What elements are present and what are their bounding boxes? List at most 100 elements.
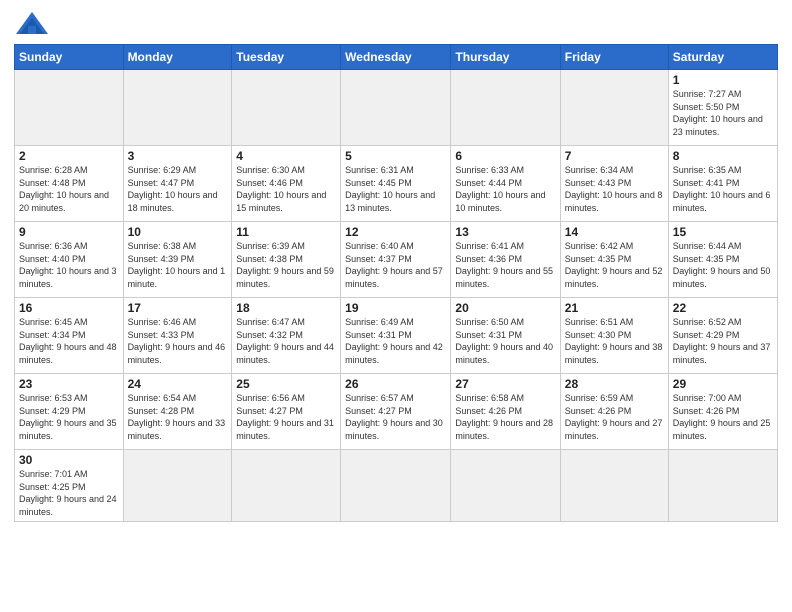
logo xyxy=(14,10,54,38)
header xyxy=(14,10,778,38)
day-number: 11 xyxy=(236,225,336,239)
day-number: 4 xyxy=(236,149,336,163)
calendar-cell: 16Sunrise: 6:45 AM Sunset: 4:34 PM Dayli… xyxy=(15,298,124,374)
calendar-week-row: 2Sunrise: 6:28 AM Sunset: 4:48 PM Daylig… xyxy=(15,146,778,222)
day-number: 13 xyxy=(455,225,555,239)
calendar-cell: 18Sunrise: 6:47 AM Sunset: 4:32 PM Dayli… xyxy=(232,298,341,374)
day-number: 25 xyxy=(236,377,336,391)
day-number: 2 xyxy=(19,149,119,163)
day-number: 8 xyxy=(673,149,773,163)
day-number: 7 xyxy=(565,149,664,163)
day-info: Sunrise: 6:34 AM Sunset: 4:43 PM Dayligh… xyxy=(565,164,664,214)
day-info: Sunrise: 6:28 AM Sunset: 4:48 PM Dayligh… xyxy=(19,164,119,214)
day-number: 19 xyxy=(345,301,446,315)
calendar-body: 1Sunrise: 7:27 AM Sunset: 5:50 PM Daylig… xyxy=(15,70,778,522)
day-number: 14 xyxy=(565,225,664,239)
calendar-cell xyxy=(232,450,341,522)
day-number: 18 xyxy=(236,301,336,315)
calendar-cell: 24Sunrise: 6:54 AM Sunset: 4:28 PM Dayli… xyxy=(123,374,232,450)
day-info: Sunrise: 6:52 AM Sunset: 4:29 PM Dayligh… xyxy=(673,316,773,366)
weekday-header-tuesday: Tuesday xyxy=(232,45,341,70)
day-number: 29 xyxy=(673,377,773,391)
calendar-cell: 30Sunrise: 7:01 AM Sunset: 4:25 PM Dayli… xyxy=(15,450,124,522)
day-number: 22 xyxy=(673,301,773,315)
calendar-week-row: 30Sunrise: 7:01 AM Sunset: 4:25 PM Dayli… xyxy=(15,450,778,522)
day-info: Sunrise: 6:59 AM Sunset: 4:26 PM Dayligh… xyxy=(565,392,664,442)
day-info: Sunrise: 6:51 AM Sunset: 4:30 PM Dayligh… xyxy=(565,316,664,366)
weekday-header-monday: Monday xyxy=(123,45,232,70)
day-number: 28 xyxy=(565,377,664,391)
calendar-cell xyxy=(123,450,232,522)
day-info: Sunrise: 6:54 AM Sunset: 4:28 PM Dayligh… xyxy=(128,392,228,442)
calendar-cell: 27Sunrise: 6:58 AM Sunset: 4:26 PM Dayli… xyxy=(451,374,560,450)
page: SundayMondayTuesdayWednesdayThursdayFrid… xyxy=(0,0,792,612)
day-info: Sunrise: 6:36 AM Sunset: 4:40 PM Dayligh… xyxy=(19,240,119,290)
weekday-header-sunday: Sunday xyxy=(15,45,124,70)
weekday-header-row: SundayMondayTuesdayWednesdayThursdayFrid… xyxy=(15,45,778,70)
day-number: 16 xyxy=(19,301,119,315)
calendar-cell xyxy=(560,450,668,522)
day-info: Sunrise: 6:41 AM Sunset: 4:36 PM Dayligh… xyxy=(455,240,555,290)
calendar-cell: 14Sunrise: 6:42 AM Sunset: 4:35 PM Dayli… xyxy=(560,222,668,298)
day-info: Sunrise: 6:57 AM Sunset: 4:27 PM Dayligh… xyxy=(345,392,446,442)
day-info: Sunrise: 6:30 AM Sunset: 4:46 PM Dayligh… xyxy=(236,164,336,214)
day-number: 12 xyxy=(345,225,446,239)
day-number: 15 xyxy=(673,225,773,239)
calendar-cell: 21Sunrise: 6:51 AM Sunset: 4:30 PM Dayli… xyxy=(560,298,668,374)
calendar-cell: 6Sunrise: 6:33 AM Sunset: 4:44 PM Daylig… xyxy=(451,146,560,222)
day-number: 20 xyxy=(455,301,555,315)
calendar-cell: 10Sunrise: 6:38 AM Sunset: 4:39 PM Dayli… xyxy=(123,222,232,298)
day-number: 5 xyxy=(345,149,446,163)
day-number: 27 xyxy=(455,377,555,391)
calendar-cell: 29Sunrise: 7:00 AM Sunset: 4:26 PM Dayli… xyxy=(668,374,777,450)
calendar-cell: 7Sunrise: 6:34 AM Sunset: 4:43 PM Daylig… xyxy=(560,146,668,222)
weekday-header-saturday: Saturday xyxy=(668,45,777,70)
day-number: 30 xyxy=(19,453,119,467)
calendar-week-row: 23Sunrise: 6:53 AM Sunset: 4:29 PM Dayli… xyxy=(15,374,778,450)
calendar-cell: 17Sunrise: 6:46 AM Sunset: 4:33 PM Dayli… xyxy=(123,298,232,374)
day-number: 21 xyxy=(565,301,664,315)
day-number: 17 xyxy=(128,301,228,315)
calendar-cell xyxy=(341,70,451,146)
day-info: Sunrise: 6:44 AM Sunset: 4:35 PM Dayligh… xyxy=(673,240,773,290)
day-info: Sunrise: 7:27 AM Sunset: 5:50 PM Dayligh… xyxy=(673,88,773,138)
weekday-header-wednesday: Wednesday xyxy=(341,45,451,70)
calendar-cell: 19Sunrise: 6:49 AM Sunset: 4:31 PM Dayli… xyxy=(341,298,451,374)
calendar-cell xyxy=(451,70,560,146)
day-number: 10 xyxy=(128,225,228,239)
day-info: Sunrise: 6:31 AM Sunset: 4:45 PM Dayligh… xyxy=(345,164,446,214)
day-info: Sunrise: 6:33 AM Sunset: 4:44 PM Dayligh… xyxy=(455,164,555,214)
calendar-header: SundayMondayTuesdayWednesdayThursdayFrid… xyxy=(15,45,778,70)
day-info: Sunrise: 6:29 AM Sunset: 4:47 PM Dayligh… xyxy=(128,164,228,214)
calendar-cell: 12Sunrise: 6:40 AM Sunset: 4:37 PM Dayli… xyxy=(341,222,451,298)
calendar-cell: 8Sunrise: 6:35 AM Sunset: 4:41 PM Daylig… xyxy=(668,146,777,222)
calendar-cell xyxy=(123,70,232,146)
calendar-cell: 2Sunrise: 6:28 AM Sunset: 4:48 PM Daylig… xyxy=(15,146,124,222)
calendar-cell: 13Sunrise: 6:41 AM Sunset: 4:36 PM Dayli… xyxy=(451,222,560,298)
calendar-week-row: 9Sunrise: 6:36 AM Sunset: 4:40 PM Daylig… xyxy=(15,222,778,298)
logo-icon xyxy=(14,10,50,38)
calendar-cell: 20Sunrise: 6:50 AM Sunset: 4:31 PM Dayli… xyxy=(451,298,560,374)
calendar-cell xyxy=(668,450,777,522)
day-info: Sunrise: 6:53 AM Sunset: 4:29 PM Dayligh… xyxy=(19,392,119,442)
calendar: SundayMondayTuesdayWednesdayThursdayFrid… xyxy=(14,44,778,522)
calendar-cell: 1Sunrise: 7:27 AM Sunset: 5:50 PM Daylig… xyxy=(668,70,777,146)
calendar-cell: 22Sunrise: 6:52 AM Sunset: 4:29 PM Dayli… xyxy=(668,298,777,374)
day-info: Sunrise: 6:38 AM Sunset: 4:39 PM Dayligh… xyxy=(128,240,228,290)
day-info: Sunrise: 6:56 AM Sunset: 4:27 PM Dayligh… xyxy=(236,392,336,442)
weekday-header-friday: Friday xyxy=(560,45,668,70)
day-number: 23 xyxy=(19,377,119,391)
day-info: Sunrise: 6:39 AM Sunset: 4:38 PM Dayligh… xyxy=(236,240,336,290)
calendar-cell: 11Sunrise: 6:39 AM Sunset: 4:38 PM Dayli… xyxy=(232,222,341,298)
calendar-cell: 5Sunrise: 6:31 AM Sunset: 4:45 PM Daylig… xyxy=(341,146,451,222)
calendar-cell: 15Sunrise: 6:44 AM Sunset: 4:35 PM Dayli… xyxy=(668,222,777,298)
day-info: Sunrise: 6:35 AM Sunset: 4:41 PM Dayligh… xyxy=(673,164,773,214)
day-number: 6 xyxy=(455,149,555,163)
day-info: Sunrise: 6:46 AM Sunset: 4:33 PM Dayligh… xyxy=(128,316,228,366)
calendar-cell xyxy=(232,70,341,146)
day-info: Sunrise: 6:49 AM Sunset: 4:31 PM Dayligh… xyxy=(345,316,446,366)
day-info: Sunrise: 6:42 AM Sunset: 4:35 PM Dayligh… xyxy=(565,240,664,290)
calendar-cell: 25Sunrise: 6:56 AM Sunset: 4:27 PM Dayli… xyxy=(232,374,341,450)
weekday-header-thursday: Thursday xyxy=(451,45,560,70)
day-info: Sunrise: 6:45 AM Sunset: 4:34 PM Dayligh… xyxy=(19,316,119,366)
